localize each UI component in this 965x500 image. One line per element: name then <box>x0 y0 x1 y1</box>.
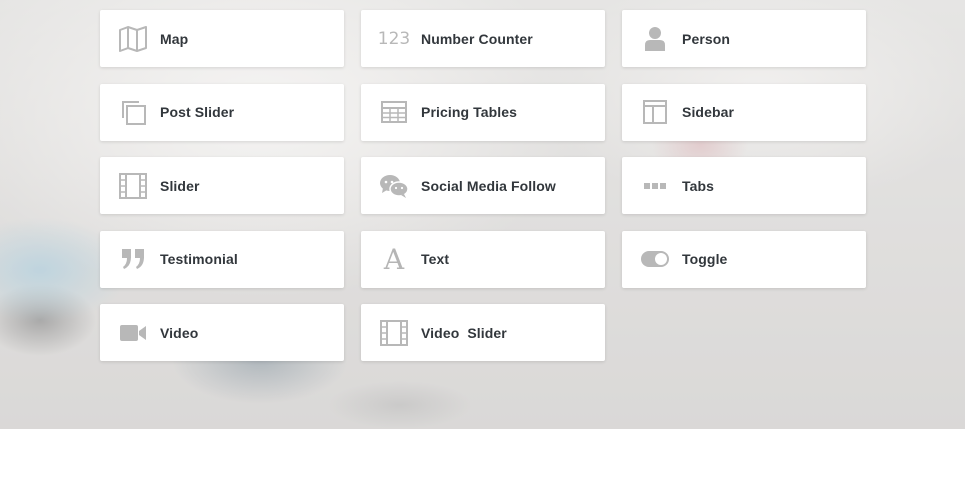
module-label: Map <box>160 30 189 47</box>
post-slider-icon <box>118 97 148 127</box>
module-post-slider[interactable]: Post Slider <box>100 83 344 141</box>
module-video-slider[interactable]: Video Slider <box>361 304 605 361</box>
module-text[interactable]: A Text <box>361 230 605 288</box>
tabs-icon <box>640 171 670 201</box>
testimonial-icon <box>118 244 148 274</box>
module-label: Sidebar <box>682 104 735 120</box>
module-testimonial[interactable]: Testimonial <box>100 230 344 288</box>
module-label: Tabs <box>682 177 715 194</box>
number-counter-icon: 123 <box>377 28 411 49</box>
module-slider[interactable]: Slider <box>100 157 344 214</box>
module-label: Person <box>682 30 731 47</box>
module-label: Video Slider <box>421 324 507 341</box>
toggle-icon <box>640 244 670 274</box>
module-toggle[interactable]: Toggle <box>622 230 866 288</box>
module-pricing-tables[interactable]: Pricing Tables <box>361 83 605 141</box>
sidebar-icon <box>640 97 670 127</box>
video-slider-icon <box>379 318 409 348</box>
module-number-counter[interactable]: 123 Number Counter <box>361 10 605 67</box>
module-map[interactable]: Map <box>100 10 344 67</box>
module-person[interactable]: Person <box>622 10 866 67</box>
text-icon: A <box>383 242 405 276</box>
module-grid: Map 123 Number Counter Person Post Slide… <box>100 10 866 361</box>
module-sidebar[interactable]: Sidebar <box>622 83 866 141</box>
slider-icon <box>118 171 148 201</box>
module-label: Pricing Tables <box>421 104 518 120</box>
module-label: Slider <box>160 177 200 194</box>
person-icon <box>640 24 670 54</box>
module-social-media-follow[interactable]: Social Media Follow <box>361 157 605 214</box>
module-label: Toggle <box>682 251 728 267</box>
pricing-tables-icon <box>379 97 409 127</box>
module-label: Testimonial <box>160 251 238 267</box>
module-label: Video <box>160 324 199 341</box>
module-tabs[interactable]: Tabs <box>622 157 866 214</box>
module-label: Social Media Follow <box>421 177 556 194</box>
module-video[interactable]: Video <box>100 304 344 361</box>
video-icon <box>118 318 148 348</box>
social-media-follow-icon <box>379 171 409 201</box>
map-icon <box>118 24 148 54</box>
module-label: Number Counter <box>421 30 533 47</box>
module-label: Text <box>421 251 450 267</box>
module-label: Post Slider <box>160 104 235 120</box>
